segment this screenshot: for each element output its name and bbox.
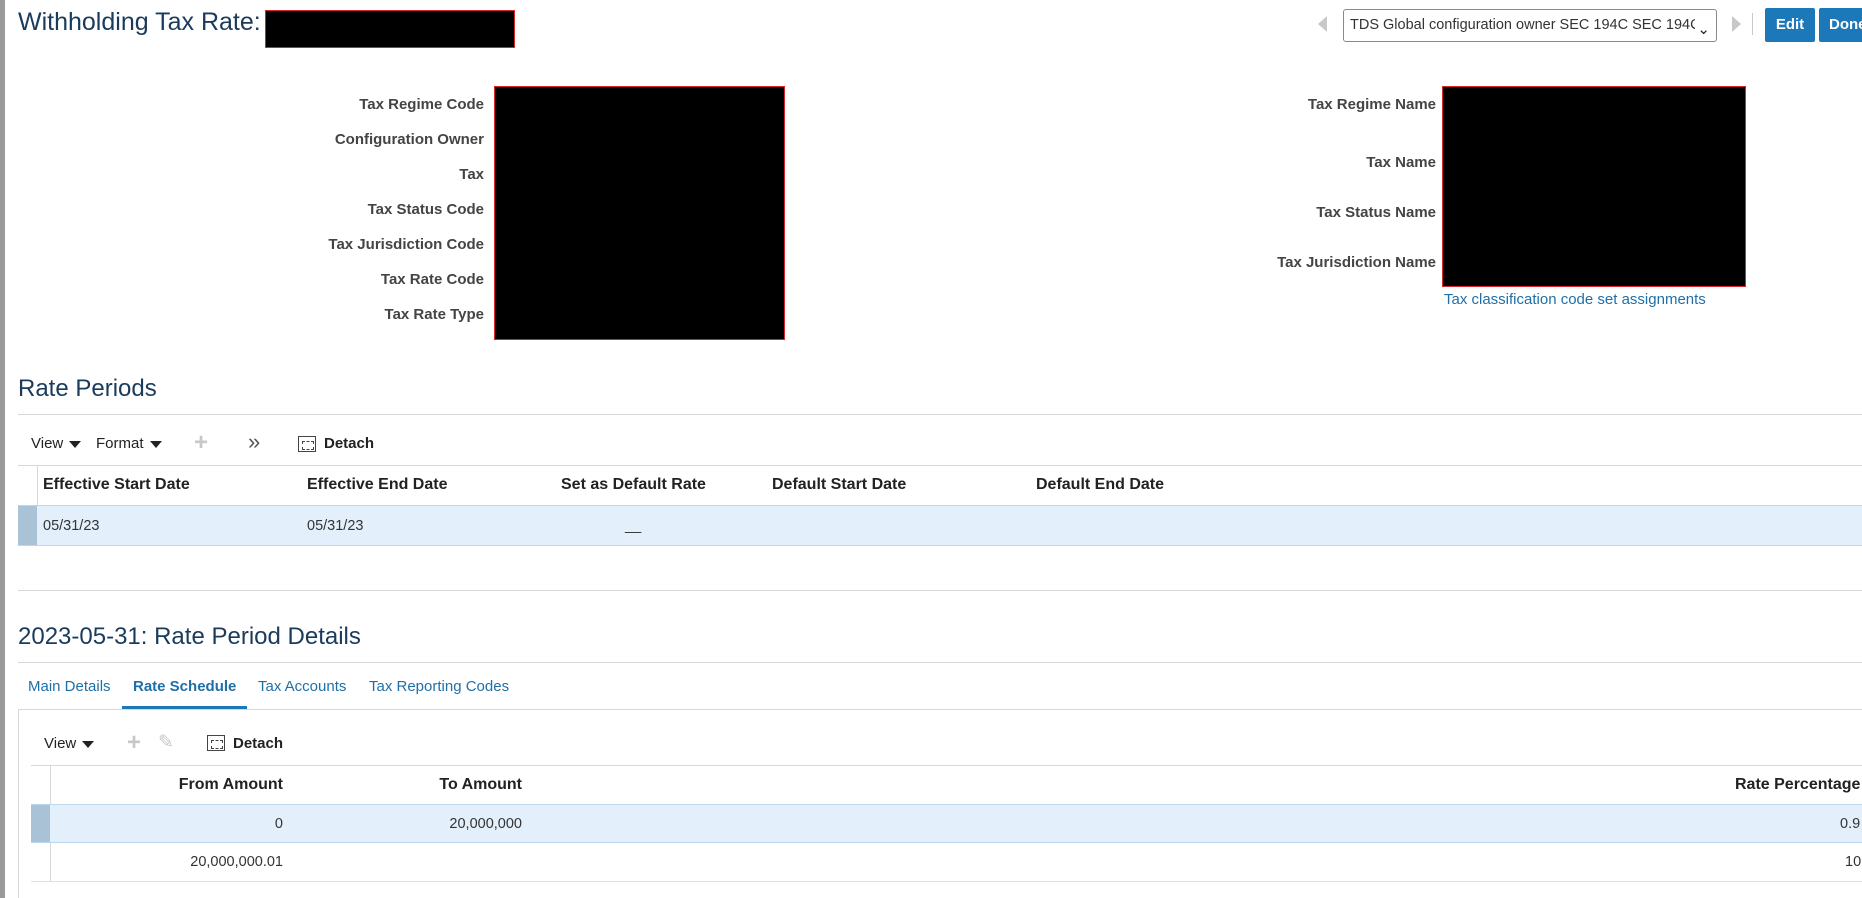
cell-to-amount: 20,000,000 [449, 816, 522, 832]
rate-period-details-title: 2023-05-31: Rate Period Details [18, 623, 361, 650]
col-default-end-date[interactable]: Default End Date [1036, 476, 1164, 494]
redacted-left-values [494, 86, 785, 340]
add-icon[interactable]: + [127, 731, 141, 755]
tab-main-details[interactable]: Main Details [28, 678, 111, 695]
page-title: Withholding Tax Rate: [18, 8, 261, 36]
configuration-owner-select-value: TDS Global configuration owner SEC 194C … [1350, 17, 1695, 33]
next-record-icon[interactable] [1732, 16, 1741, 32]
tab-panel-left-border [18, 709, 19, 898]
cell-rate-percentage: 0.9 [1840, 816, 1861, 832]
window-left-edge [0, 0, 5, 898]
col-rate-percentage[interactable]: Rate Percentage [1735, 776, 1860, 794]
tax-status-code-label: Tax Status Code [367, 201, 484, 218]
cell-from-amount: 0 [274, 816, 283, 832]
rate-periods-title: Rate Periods [18, 375, 157, 402]
rate-periods-header-top-line [18, 465, 1862, 466]
redacted-title-value [265, 10, 515, 48]
rate-periods-view-menu[interactable]: View [31, 435, 82, 452]
rate-period-details-divider [18, 662, 1862, 663]
table-row[interactable] [18, 505, 1862, 546]
rate-schedule-detach-button[interactable]: Detach [233, 735, 283, 752]
configuration-owner-label: Configuration Owner [334, 131, 484, 148]
col-effective-start-date[interactable]: Effective Start Date [43, 476, 190, 494]
tab-rate-schedule[interactable]: Rate Schedule [133, 678, 236, 695]
done-button[interactable]: Done [1819, 8, 1862, 42]
rate-periods-detach-button[interactable]: Detach [324, 435, 374, 452]
edit-button[interactable]: Edit [1765, 8, 1815, 42]
cell-rate-percentage: 10 [1845, 854, 1862, 870]
tax-status-name-label: Tax Status Name [1316, 204, 1436, 221]
tab-tax-reporting-codes[interactable]: Tax Reporting Codes [369, 678, 509, 695]
col-from-amount[interactable]: From Amount [179, 776, 283, 794]
configuration-owner-select[interactable]: TDS Global configuration owner SEC 194C … [1343, 9, 1717, 42]
col-default-start-date[interactable]: Default Start Date [772, 476, 906, 494]
rate-periods-format-menu[interactable]: Format [96, 435, 162, 452]
row-selector[interactable] [31, 805, 50, 842]
tax-regime-name-label: Tax Regime Name [1307, 96, 1436, 113]
tax-jurisdiction-code-label: Tax Jurisdiction Code [328, 236, 484, 253]
caret-down-icon [149, 440, 162, 448]
tax-jurisdiction-name-label: Tax Jurisdiction Name [1277, 254, 1436, 271]
cell-effective-end: 05/31/23 [307, 518, 364, 534]
cell-set-default-checkbox[interactable]: __ [625, 518, 641, 534]
cell-from-amount: 20,000,000.01 [190, 854, 283, 870]
double-chevron-right-icon[interactable]: » [248, 431, 260, 453]
rate-schedule-header-top-line [31, 765, 1862, 766]
detach-icon[interactable] [207, 735, 225, 751]
caret-down-icon [82, 740, 95, 748]
toolbar-divider [1752, 13, 1753, 35]
col-effective-end-date[interactable]: Effective End Date [307, 476, 447, 494]
row-separator [31, 881, 1862, 882]
tax-regime-code-label: Tax Regime Code [359, 96, 484, 113]
add-icon[interactable]: + [194, 431, 208, 455]
tax-rate-type-label: Tax Rate Type [384, 306, 484, 323]
detach-icon[interactable] [298, 436, 316, 452]
previous-record-icon[interactable] [1318, 16, 1327, 32]
tax-label: Tax [459, 166, 484, 183]
rate-periods-divider [18, 414, 1862, 415]
rate-periods-bottom-divider [18, 590, 1862, 591]
col-to-amount[interactable]: To Amount [439, 776, 522, 794]
edit-pencil-icon[interactable]: ✎ [158, 733, 174, 753]
tax-classification-link[interactable]: Tax classification code set assignments [1444, 291, 1706, 308]
redacted-right-values [1442, 86, 1746, 287]
tax-rate-code-label: Tax Rate Code [380, 271, 484, 288]
rate-schedule-view-menu[interactable]: View [44, 735, 95, 752]
cell-effective-start: 05/31/23 [43, 518, 100, 534]
row-selector[interactable] [18, 506, 37, 545]
table-row[interactable] [31, 804, 1862, 843]
chevron-down-icon: ⌄ [1697, 21, 1710, 38]
caret-down-icon [69, 440, 82, 448]
tax-name-label: Tax Name [1366, 154, 1436, 171]
tabs-bottom-line [18, 709, 1862, 710]
tab-tax-accounts[interactable]: Tax Accounts [258, 678, 346, 695]
col-set-as-default-rate[interactable]: Set as Default Rate [561, 476, 706, 494]
